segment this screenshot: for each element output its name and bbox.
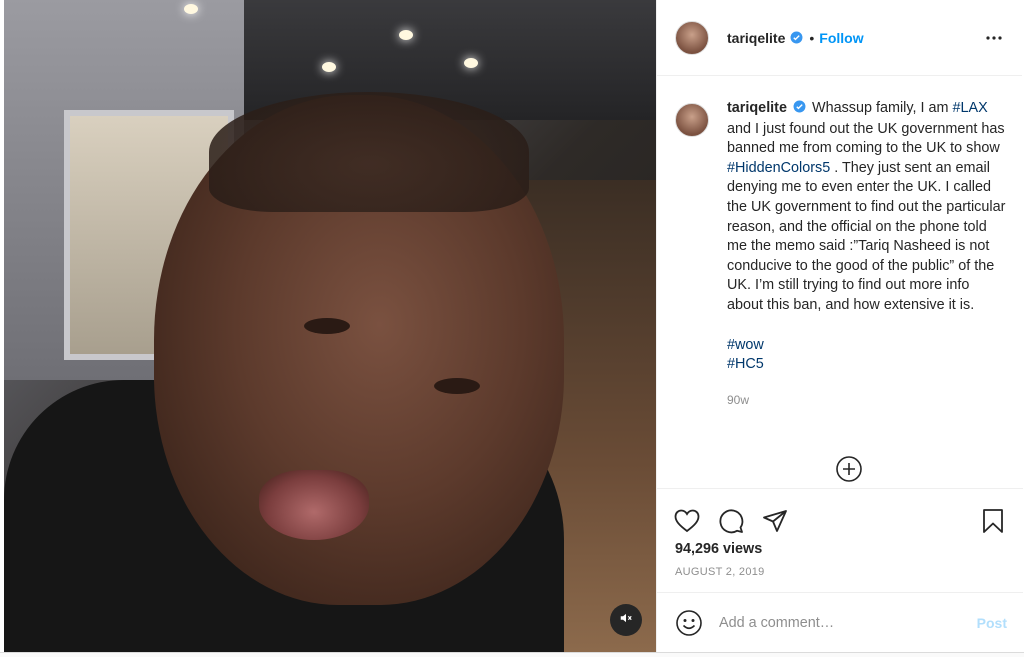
hashtag-list: #wow #HC5 <box>727 336 1007 375</box>
post-actions: 94,296 views AUGUST 2, 2019 <box>657 488 1023 592</box>
emoji-icon[interactable] <box>675 609 703 637</box>
caption-section: tariqelite Whassup family, I am #LAX and… <box>657 77 1023 488</box>
mute-icon <box>619 611 633 630</box>
post-header: tariqelite • Follow <box>657 0 1022 76</box>
page-bottom-border <box>0 652 1024 657</box>
hashtag-link[interactable]: #HC5 <box>727 356 764 372</box>
comment-input[interactable] <box>719 614 949 631</box>
view-count[interactable]: 94,296 views <box>657 541 1023 557</box>
video-ceiling-light <box>464 58 478 68</box>
verified-badge-icon <box>793 100 806 120</box>
video-ceiling-light <box>322 62 336 72</box>
header-username[interactable]: tariqelite <box>727 30 785 46</box>
hashtag-link[interactable]: #wow <box>727 337 764 353</box>
bookmark-icon[interactable] <box>979 507 1007 535</box>
post-video[interactable] <box>4 0 656 652</box>
comment-bar: Post <box>657 592 1023 652</box>
caption-part: . They just sent an email denying me to … <box>727 159 1006 313</box>
caption-timestamp[interactable]: 90w <box>727 391 1007 411</box>
caption-part: and I just found out the UK government h… <box>727 120 1005 157</box>
video-ceiling-light <box>184 4 198 14</box>
caption-username[interactable]: tariqelite <box>727 100 787 116</box>
avatar[interactable] <box>675 20 709 55</box>
video-ceiling-light <box>399 30 413 40</box>
caption-part: Whassup family, I am <box>811 100 953 116</box>
hashtag-link[interactable]: #LAX <box>952 100 987 116</box>
video-person-mouth <box>259 470 369 540</box>
video-person-eye <box>434 378 480 394</box>
load-more-comments-icon[interactable] <box>835 455 863 483</box>
hashtag-link[interactable]: #HiddenColors5 <box>727 160 830 176</box>
post-comment-button[interactable]: Post <box>977 615 1007 631</box>
caption-text: tariqelite Whassup family, I am #LAX and… <box>727 99 1007 410</box>
post-details-panel: tariqelite • Follow tariqelite Whassup f… <box>656 0 1023 652</box>
comment-icon[interactable] <box>717 507 745 535</box>
separator-dot: • <box>809 29 815 46</box>
video-person-hair <box>209 92 529 212</box>
share-icon[interactable] <box>761 507 789 535</box>
post-date[interactable]: AUGUST 2, 2019 <box>657 566 1023 578</box>
mute-button[interactable] <box>610 604 642 636</box>
verified-badge-icon <box>790 31 803 44</box>
heart-icon[interactable] <box>673 507 701 535</box>
avatar[interactable] <box>675 103 709 137</box>
video-person-eye <box>304 318 350 334</box>
follow-button[interactable]: Follow <box>819 30 863 46</box>
more-options-icon[interactable] <box>982 26 1006 50</box>
